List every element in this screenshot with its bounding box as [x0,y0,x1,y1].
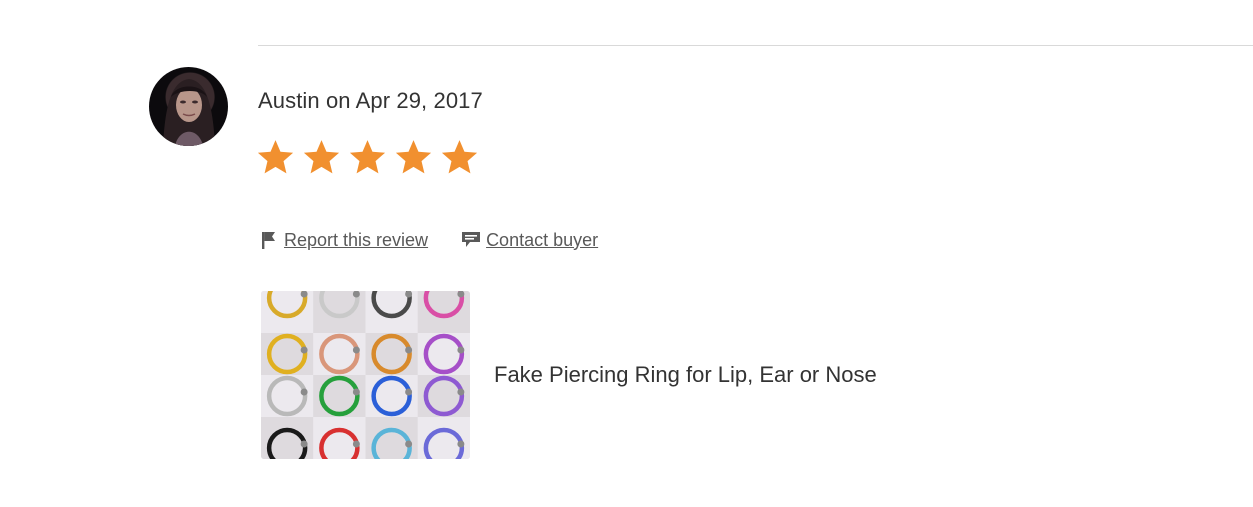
star-rating [255,137,480,178]
star-icon [441,140,478,174]
star-icon [349,140,386,174]
star-icon [303,140,340,174]
report-review-link[interactable]: Report this review [258,229,428,251]
listing-card[interactable]: Fake Piercing Ring for Lip, Ear or Nose [261,291,877,459]
listing-thumbnail[interactable] [261,291,470,459]
review-date: on Apr 29, 2017 [325,88,483,113]
contact-buyer-label: Contact buyer [486,229,599,250]
report-review-label: Report this review [284,229,429,250]
contact-buyer-link[interactable]: Contact buyer [460,229,598,251]
listing-title[interactable]: Fake Piercing Ring for Lip, Ear or Nose [494,362,877,388]
review-meta: Austin on Apr 29, 2017 [258,88,483,114]
message-icon [462,232,481,247]
star-icon [257,140,294,174]
star-icon [395,140,432,174]
reviewer-avatar[interactable] [149,67,228,146]
review-actions: Report this review Contact buyer [258,229,598,251]
reviewer-name[interactable]: Austin [258,88,320,113]
section-divider [258,45,1253,46]
flag-icon [262,232,275,249]
